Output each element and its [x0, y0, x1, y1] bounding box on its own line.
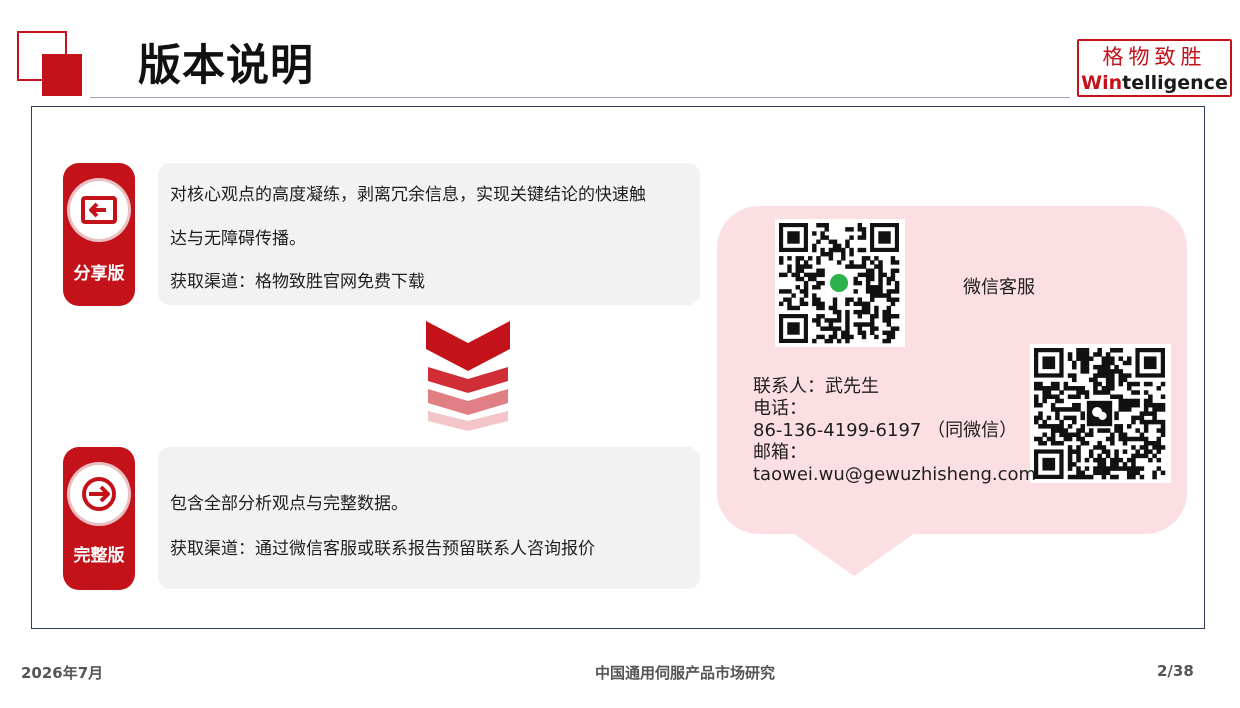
arrow-right-circle-icon [82, 477, 116, 511]
share-version-desc-line-1: 对核心观点的高度凝练，剥离冗余信息，实现关键结论的快速触 [170, 185, 646, 205]
title-divider [90, 97, 1070, 98]
logo-english-rest: telligence [1122, 72, 1228, 94]
full-version-label: 完整版 [73, 546, 125, 566]
full-version-icon-circle [70, 465, 128, 523]
logo-chinese-name: 格物致胜 [1102, 45, 1207, 69]
contact-person: 联系人：武先生 [753, 376, 879, 397]
header-deco-square-fill [42, 54, 82, 96]
wechat-contact-qr-pattern [1034, 348, 1166, 480]
share-screen-icon [81, 196, 117, 224]
footer-page-number: 2/38 [1157, 662, 1194, 680]
share-version-panel: 对核心观点的高度凝练，剥离冗余信息，实现关键结论的快速触 达与无障碍传播。 获取… [158, 163, 700, 305]
wechat-service-qr-pattern [779, 223, 900, 344]
contact-phone-label: 电话： [753, 398, 807, 419]
share-version-label: 分享版 [73, 264, 125, 284]
full-version-badge: 完整版 [63, 447, 135, 590]
contact-phone: 86-136-4199-6197 （同微信） [753, 420, 1018, 441]
full-version-channel: 获取渠道：通过微信客服或联系报告预留联系人咨询报价 [170, 539, 595, 559]
logo-english-name: Wintelligence [1079, 71, 1230, 95]
contact-email-label: 邮箱： [753, 442, 807, 463]
down-chevrons-icon [426, 321, 510, 431]
wechat-service-qr-code [775, 219, 905, 347]
wechat-contact-qr-code [1030, 344, 1171, 483]
page-title: 版本说明 [138, 41, 314, 91]
wechat-service-label: 微信客服 [963, 277, 1035, 298]
contact-email: taowei.wu@gewuzhisheng.com [753, 464, 1037, 485]
contact-bubble-tail [793, 533, 915, 576]
share-version-badge: 分享版 [63, 163, 135, 306]
logo-english-win: Win [1081, 72, 1123, 94]
company-logo: 格物致胜 Wintelligence [1077, 39, 1232, 97]
full-version-desc: 包含全部分析观点与完整数据。 [170, 494, 408, 514]
share-version-icon-circle [70, 181, 128, 239]
share-version-channel: 获取渠道：格物致胜官网免费下载 [170, 272, 425, 292]
share-version-desc-line-2: 达与无障碍传播。 [170, 229, 306, 249]
full-version-panel: 包含全部分析观点与完整数据。 获取渠道：通过微信客服或联系报告预留联系人咨询报价 [158, 447, 700, 589]
footer-report-title: 中国通用伺服产品市场研究 [594, 664, 775, 682]
